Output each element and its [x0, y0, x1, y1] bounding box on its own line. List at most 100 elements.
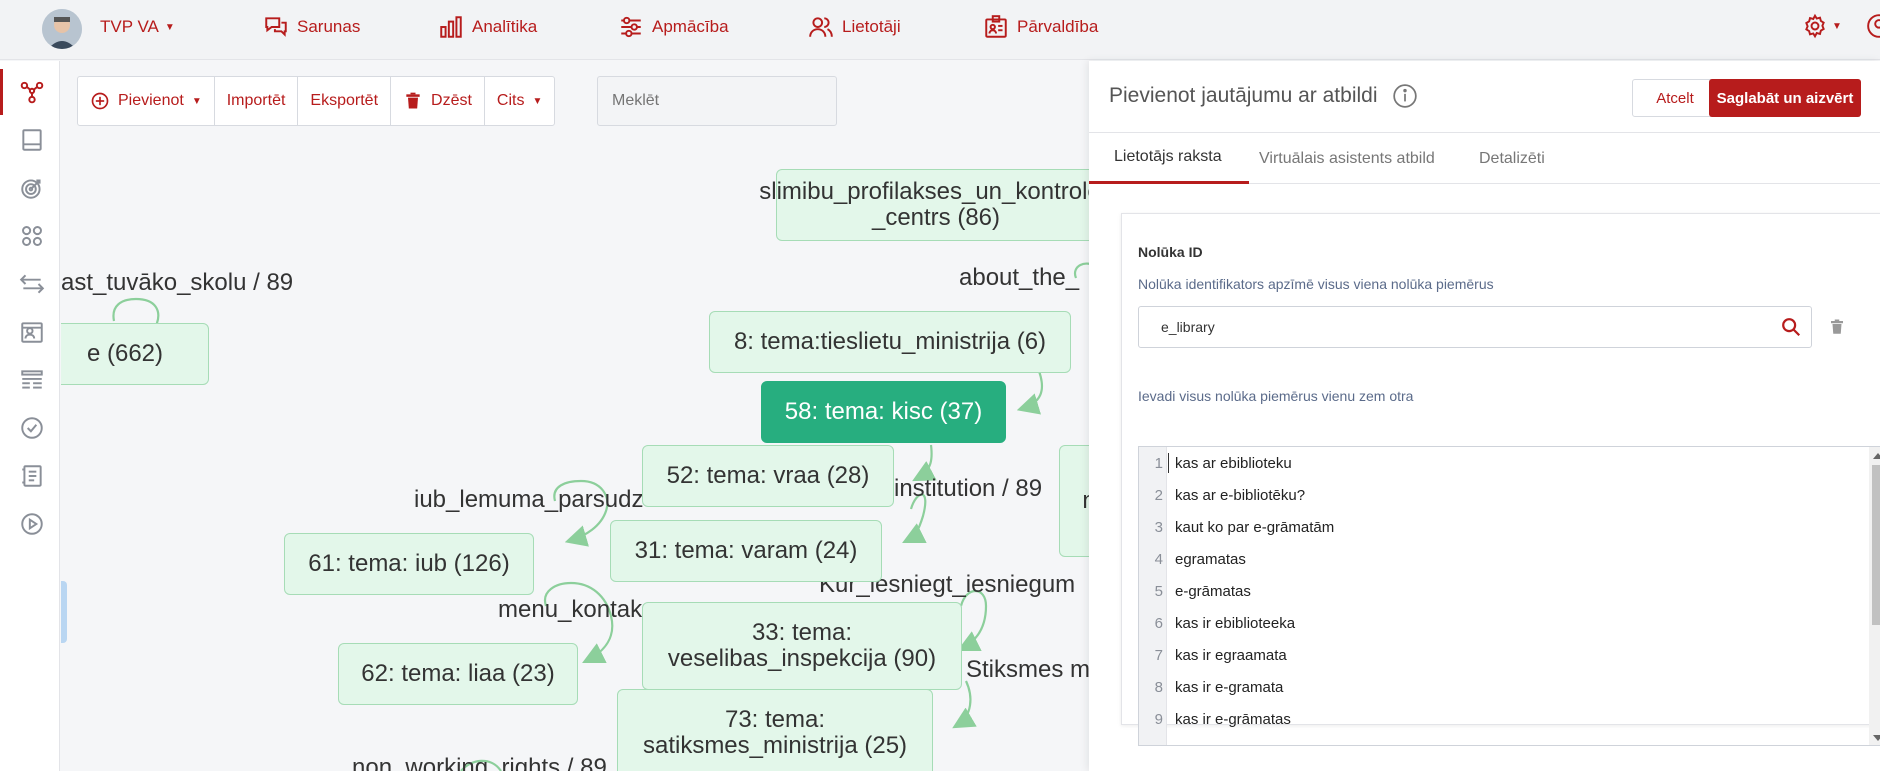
nav-item-users[interactable]: Lietotāji — [808, 14, 901, 40]
list-icon[interactable] — [19, 367, 45, 393]
intent-id-input[interactable] — [1138, 306, 1812, 348]
plus-circle-icon — [91, 92, 109, 110]
examples-editor[interactable]: 1 kas ar ebiblioteku 2 kas ar e-bibliotēku… — [1138, 446, 1880, 746]
editor-line[interactable]: 9 kas ir e-grāmatas — [1139, 703, 1859, 735]
graph-node-selected[interactable]: 58: tema: kisc (37) — [761, 381, 1006, 443]
contact-card-icon[interactable] — [19, 319, 45, 345]
nav-label-users: Lietotāji — [842, 17, 901, 36]
delete-button[interactable]: Dzēst — [391, 77, 485, 125]
nav-label-analytics: Analītika — [472, 17, 538, 36]
settings-menu[interactable]: ▼ — [1802, 13, 1842, 39]
apps-icon[interactable] — [19, 223, 45, 249]
editor-line[interactable]: 4 egramatas — [1139, 543, 1859, 575]
info-icon[interactable] — [1392, 83, 1418, 109]
node-label: 31: tema: varam (24) — [634, 537, 858, 565]
active-indicator — [0, 69, 3, 115]
nav-item-training[interactable]: Apmācība — [618, 14, 729, 40]
tab-assistant-answers[interactable]: Virtuālais asistents atbild — [1249, 133, 1449, 184]
bar-chart-icon — [440, 16, 462, 38]
avatar[interactable] — [42, 9, 82, 49]
book-icon[interactable] — [19, 463, 45, 489]
node-label: n — [1082, 487, 1089, 515]
editor-line[interactable]: 7 kas ir egraamata — [1139, 639, 1859, 671]
top-navigation-bar: TVP VA ▼ Sarunas Analītika Apmācība Liet… — [0, 0, 1880, 60]
canvas-toolbar: Pievienot ▼ Importēt Eksportēt Dzēst Cit… — [77, 76, 556, 126]
graph-node[interactable]: 73: tema: satiksmes_ministrija (25) — [617, 689, 933, 771]
search-icon[interactable] — [1780, 316, 1802, 338]
caret-down-icon: ▼ — [1832, 20, 1842, 32]
add-question-panel: Pievienot jautājumu ar atbildi Atcelt Sa… — [1089, 61, 1880, 771]
editor-line[interactable]: 2 kas ar e-bibliotēku? — [1139, 479, 1859, 511]
nav-item-conversations[interactable]: Sarunas — [263, 14, 360, 40]
line-text: e-grāmatas — [1175, 583, 1251, 600]
import-button-label: Importēt — [226, 92, 286, 109]
line-text: kas ar e-bibliotēku? — [1175, 487, 1306, 504]
graph-node[interactable]: 61: tema: iub (126) — [284, 533, 534, 595]
graph-node[interactable]: 33: tema: veselibas_inspekcija (90) — [642, 602, 962, 690]
intent-id-label: Nolūka ID — [1138, 244, 1203, 260]
target-icon[interactable] — [19, 175, 45, 201]
chat-icon — [265, 17, 287, 37]
add-button[interactable]: Pievienot ▼ — [78, 77, 215, 125]
search-input[interactable] — [597, 76, 837, 126]
export-button[interactable]: Eksportēt — [298, 77, 392, 125]
graph-node[interactable]: 52: tema: vraa (28) — [642, 445, 894, 507]
user-profile-icon[interactable] — [1866, 13, 1880, 39]
editor-line[interactable]: 8 kas ir e-gramata — [1139, 671, 1859, 703]
editor-scrollbar[interactable] — [1869, 447, 1880, 745]
scroll-up-arrow-icon[interactable] — [1873, 453, 1880, 459]
delete-button-label: Dzēst — [431, 92, 472, 109]
graph-node[interactable]: 8: tema:tieslietu_ministrija (6) — [709, 311, 1071, 373]
graph-node[interactable]: 31: tema: varam (24) — [610, 520, 882, 582]
node-label: 73: tema: satiksmes_ministrija (25) — [642, 706, 908, 759]
page-icon[interactable] — [19, 127, 45, 153]
play-icon[interactable] — [19, 511, 45, 537]
nav-label-training: Apmācība — [652, 17, 729, 36]
save-and-close-button[interactable]: Saglabāt un aizvērt — [1709, 79, 1861, 117]
line-number: 2 — [1154, 487, 1163, 504]
tab-details[interactable]: Detalizēti — [1479, 133, 1599, 184]
tab-label: Detalizēti — [1479, 149, 1545, 167]
graph-node[interactable]: 62: tema: liaa (23) — [338, 643, 578, 705]
editor-line[interactable]: 3 kaut ko par e-grāmatām — [1139, 511, 1859, 543]
line-number: 5 — [1154, 583, 1163, 600]
save-button-label: Saglabāt un aizvērt — [1716, 89, 1854, 107]
graph-node[interactable]: e (662) — [61, 323, 209, 385]
edge-label: institution / 89 — [894, 475, 1043, 502]
check-circle-icon[interactable] — [19, 415, 45, 441]
editor-line[interactable]: 5 e-grāmatas — [1139, 575, 1859, 607]
line-text: kas ir e-grāmatas — [1175, 711, 1291, 728]
left-sidebar — [0, 61, 60, 771]
intent-form-card: Nolūka ID Nolūka identifikators apzīmē v… — [1121, 213, 1880, 746]
flow-canvas[interactable]: rast_tuvāko_skolu / 89 about_the_ iub_le… — [61, 61, 1089, 771]
line-number: 6 — [1154, 615, 1163, 632]
edge-label: menu_kontak — [498, 596, 643, 623]
scrollbar-thumb[interactable] — [1872, 465, 1880, 625]
flow-icon[interactable] — [19, 79, 45, 105]
scroll-down-arrow-icon[interactable] — [1873, 735, 1880, 741]
tab-user-writes[interactable]: Lietotājs raksta — [1089, 133, 1249, 184]
line-text: kas ir e-gramata — [1175, 679, 1284, 696]
import-button[interactable]: Importēt — [215, 77, 299, 125]
editor-line[interactable]: 6 kas ir ebiblioteeka — [1139, 607, 1859, 639]
graph-node[interactable]: slimibu_profilakses_un_kontroles _centrs… — [759, 169, 1089, 241]
nav-item-analytics[interactable]: Analītika — [438, 14, 537, 40]
trash-icon[interactable] — [1828, 318, 1846, 336]
other-menu-button[interactable]: Cits ▼ — [485, 77, 554, 125]
caret-down-icon: ▼ — [164, 21, 175, 33]
node-label: 8: tema:tieslietu_ministrija (6) — [733, 328, 1047, 356]
add-button-label: Pievienot — [118, 92, 184, 109]
line-text: kas ir egraamata — [1175, 647, 1287, 664]
canvas-side-handle[interactable] — [61, 581, 67, 643]
text-cursor — [1168, 453, 1169, 473]
nav-item-administration[interactable]: Pārvaldība — [983, 14, 1098, 40]
graph-node[interactable]: n — [1059, 445, 1089, 557]
organization-selector[interactable]: TVP VA ▼ — [100, 17, 175, 37]
panel-title-text: Pievienot jautājumu ar atbildi — [1109, 84, 1378, 107]
gear-icon — [1805, 13, 1825, 39]
panel-tabs: Lietotājs raksta Virtuālais asistents at… — [1089, 132, 1880, 184]
editor-line[interactable]: 1 kas ar ebiblioteku — [1139, 447, 1859, 479]
cancel-button[interactable]: Atcelt — [1632, 79, 1718, 117]
swap-icon[interactable] — [19, 271, 45, 297]
nav-label-conversations: Sarunas — [297, 17, 361, 36]
